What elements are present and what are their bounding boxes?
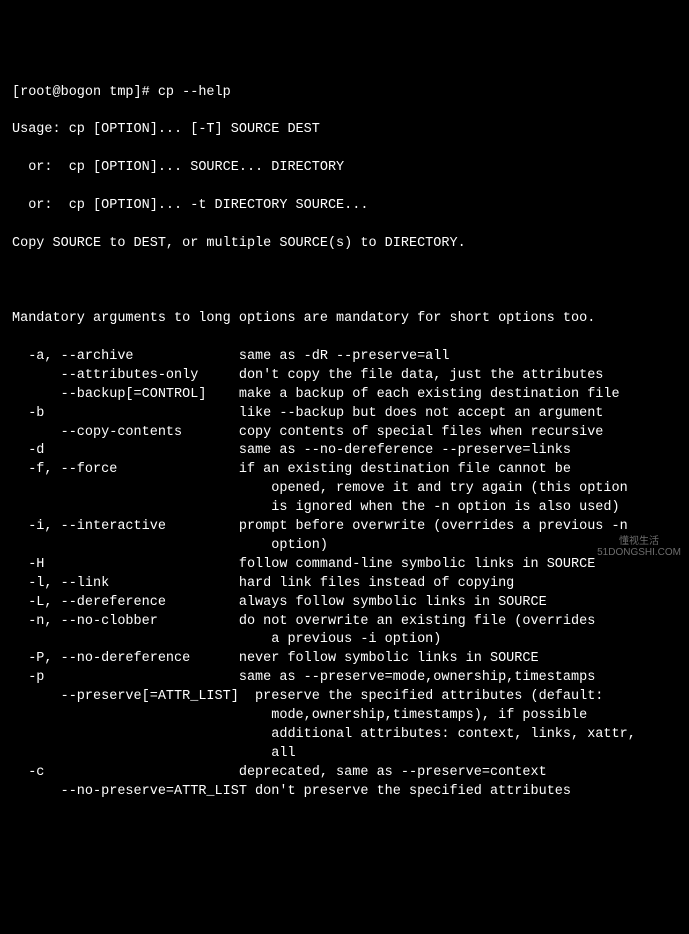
option-description: opened, remove it and try again (this op… bbox=[255, 481, 628, 496]
option-flag: -n, --no-clobber bbox=[12, 614, 239, 629]
option-flag: -i, --interactive bbox=[12, 519, 239, 534]
option-row: -P, --no-dereference never follow symbol… bbox=[12, 650, 677, 669]
option-description: is ignored when the -n option is also us… bbox=[255, 500, 620, 515]
option-row: --backup[=CONTROL] make a backup of each… bbox=[12, 386, 677, 405]
option-row: -p same as --preserve=mode,ownership,tim… bbox=[12, 669, 677, 688]
option-flag bbox=[12, 538, 255, 553]
option-description: a previous -i option) bbox=[255, 632, 441, 647]
option-description: same as --no-dereference --preserve=link… bbox=[239, 443, 571, 458]
watermark: 懂视生活 51DONGSHI.COM bbox=[597, 536, 681, 558]
option-description: same as -dR --preserve=all bbox=[239, 349, 450, 364]
option-description: like --backup but does not accept an arg… bbox=[239, 406, 604, 421]
option-description: same as --preserve=mode,ownership,timest… bbox=[239, 670, 595, 685]
option-row: --no-preserve=ATTR_LIST don't preserve t… bbox=[12, 783, 677, 802]
summary-line: Copy SOURCE to DEST, or multiple SOURCE(… bbox=[12, 235, 677, 254]
options-list: -a, --archive same as -dR --preserve=all… bbox=[12, 348, 677, 801]
option-row: -f, --force if an existing destination f… bbox=[12, 461, 677, 480]
option-row: --copy-contents copy contents of special… bbox=[12, 424, 677, 443]
usage-line-0: Usage: cp [OPTION]... [-T] SOURCE DEST bbox=[12, 121, 677, 140]
mandatory-note-line: Mandatory arguments to long options are … bbox=[12, 310, 677, 329]
option-row: --attributes-only don't copy the file da… bbox=[12, 367, 677, 386]
blank-line bbox=[12, 272, 677, 291]
option-flag: --preserve[=ATTR_LIST] bbox=[12, 689, 239, 704]
option-flag: -b bbox=[12, 406, 239, 421]
option-description: additional attributes: context, links, x… bbox=[255, 727, 636, 742]
option-description: prompt before overwrite (overrides a pre… bbox=[239, 519, 628, 534]
option-row: mode,ownership,timestamps), if possible bbox=[12, 707, 677, 726]
terminal-prompt-line: [root@bogon tmp]# cp --help bbox=[12, 84, 677, 103]
option-row: all bbox=[12, 745, 677, 764]
option-description: make a backup of each existing destinati… bbox=[239, 387, 620, 402]
option-row: additional attributes: context, links, x… bbox=[12, 726, 677, 745]
option-flag bbox=[12, 708, 255, 723]
option-row: -H follow command-line symbolic links in… bbox=[12, 556, 677, 575]
option-flag bbox=[12, 481, 255, 496]
option-row: -L, --dereference always follow symbolic… bbox=[12, 594, 677, 613]
option-description: copy contents of special files when recu… bbox=[239, 425, 604, 440]
option-flag bbox=[12, 632, 255, 647]
option-description: never follow symbolic links in SOURCE bbox=[239, 651, 539, 666]
option-row: --preserve[=ATTR_LIST] preserve the spec… bbox=[12, 688, 677, 707]
option-row: is ignored when the -n option is also us… bbox=[12, 499, 677, 518]
option-description: don't copy the file data, just the attri… bbox=[239, 368, 604, 383]
option-flag: -a, --archive bbox=[12, 349, 239, 364]
option-flag: --no-preserve=ATTR_LIST bbox=[12, 784, 247, 799]
option-flag: -p bbox=[12, 670, 239, 685]
option-description: follow command-line symbolic links in SO… bbox=[239, 557, 595, 572]
option-description: hard link files instead of copying bbox=[239, 576, 514, 591]
option-flag: --attributes-only bbox=[12, 368, 239, 383]
option-flag: -f, --force bbox=[12, 462, 239, 477]
option-row: -i, --interactive prompt before overwrit… bbox=[12, 518, 677, 537]
option-description: don't preserve the specified attributes bbox=[247, 784, 571, 799]
option-flag: --copy-contents bbox=[12, 425, 239, 440]
prompt-text: [root@bogon tmp]# cp --help bbox=[12, 85, 231, 100]
option-description: do not overwrite an existing file (overr… bbox=[239, 614, 595, 629]
option-description: mode,ownership,timestamps), if possible bbox=[255, 708, 587, 723]
usage-line-1: or: cp [OPTION]... SOURCE... DIRECTORY bbox=[12, 159, 677, 178]
option-description: option) bbox=[255, 538, 328, 553]
option-row: opened, remove it and try again (this op… bbox=[12, 480, 677, 499]
option-row: -n, --no-clobber do not overwrite an exi… bbox=[12, 613, 677, 632]
option-flag: -c bbox=[12, 765, 239, 780]
option-row: option) bbox=[12, 537, 677, 556]
option-description: deprecated, same as --preserve=context bbox=[239, 765, 547, 780]
option-row: a previous -i option) bbox=[12, 631, 677, 650]
option-row: -b like --backup but does not accept an … bbox=[12, 405, 677, 424]
option-flag: -H bbox=[12, 557, 239, 572]
watermark-bottom: 51DONGSHI.COM bbox=[597, 547, 681, 558]
option-flag: -P, --no-dereference bbox=[12, 651, 239, 666]
option-row: -l, --link hard link files instead of co… bbox=[12, 575, 677, 594]
option-description: all bbox=[255, 746, 296, 761]
option-flag bbox=[12, 746, 255, 761]
option-flag: -d bbox=[12, 443, 239, 458]
option-flag: -L, --dereference bbox=[12, 595, 239, 610]
option-row: -d same as --no-dereference --preserve=l… bbox=[12, 442, 677, 461]
option-row: -a, --archive same as -dR --preserve=all bbox=[12, 348, 677, 367]
usage-line-2: or: cp [OPTION]... -t DIRECTORY SOURCE..… bbox=[12, 197, 677, 216]
option-flag bbox=[12, 727, 255, 742]
option-flag bbox=[12, 500, 255, 515]
watermark-top: 懂视生活 bbox=[597, 536, 681, 547]
option-flag: -l, --link bbox=[12, 576, 239, 591]
option-description: preserve the specified attributes (defau… bbox=[239, 689, 604, 704]
option-description: always follow symbolic links in SOURCE bbox=[239, 595, 547, 610]
option-row: -c deprecated, same as --preserve=contex… bbox=[12, 764, 677, 783]
option-description: if an existing destination file cannot b… bbox=[239, 462, 571, 477]
option-flag: --backup[=CONTROL] bbox=[12, 387, 239, 402]
